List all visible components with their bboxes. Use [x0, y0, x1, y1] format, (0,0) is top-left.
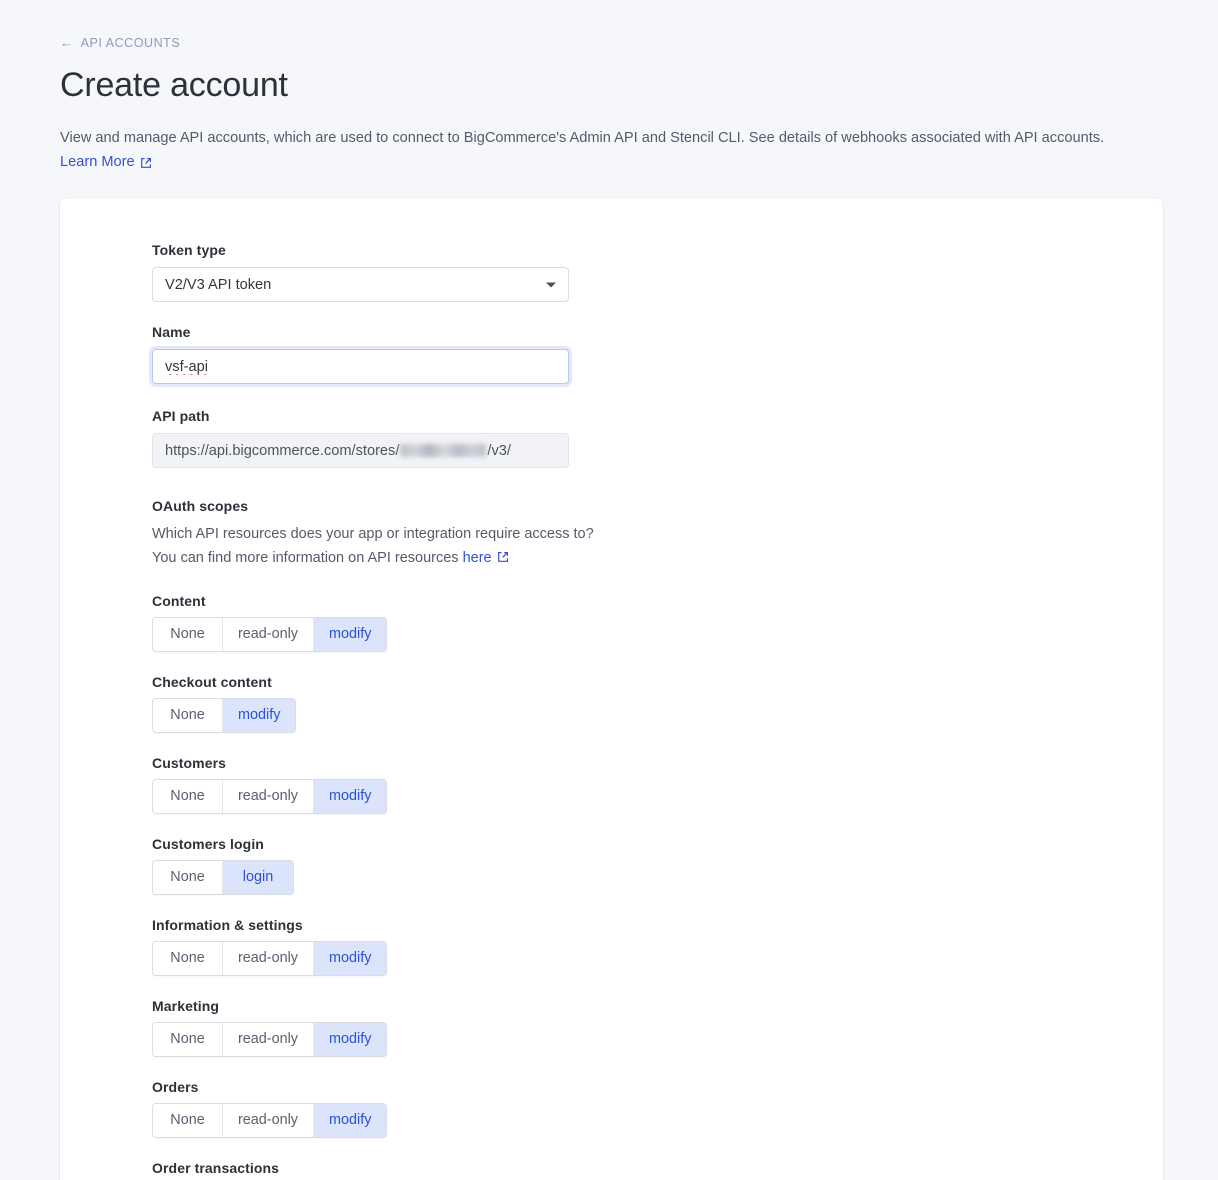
api-path-value: https://api.bigcommerce.com/stores/ /v3/ [152, 433, 569, 468]
scope-segmented-control: Nonelogin [152, 860, 294, 895]
external-link-icon [140, 157, 152, 169]
scope-option-none[interactable]: None [153, 942, 223, 975]
scope-option-read-only[interactable]: read-only [223, 1023, 314, 1056]
api-path-prefix: https://api.bigcommerce.com/stores/ [165, 443, 399, 459]
scope-group-order-transactions: Order transactionsNoneread-onlymodify [152, 1160, 1163, 1180]
scope-segmented-control: Noneread-onlymodify [152, 617, 387, 652]
api-path-label: API path [152, 408, 1163, 424]
api-resources-here-link[interactable]: here [463, 550, 492, 566]
scope-group-orders: Orders Noneread-onlymodify [152, 1079, 1163, 1138]
scope-group-customers: Customers Noneread-onlymodify [152, 755, 1163, 814]
external-link-icon-here [497, 548, 509, 560]
scope-option-login[interactable]: login [223, 861, 293, 894]
scope-group-content: Content Noneread-onlymodify [152, 593, 1163, 652]
oauth-scopes-question: Which API resources does your app or int… [152, 526, 594, 542]
scope-option-modify[interactable]: modify [314, 1104, 386, 1137]
scope-group-label: Marketing [152, 998, 1163, 1014]
scope-group-label: Customers login [152, 836, 1163, 852]
create-account-card: Token type V2/V3 API token Name API path… [60, 198, 1163, 1180]
oauth-scopes-title: OAuth scopes [152, 498, 1163, 514]
scope-option-modify[interactable]: modify [314, 1023, 386, 1056]
scope-groups-list: ContentNoneread-onlymodifyCheckout conte… [152, 593, 1163, 1180]
scope-group-checkout-content: Checkout content Nonemodify [152, 674, 1163, 733]
redacted-store-hash [400, 444, 486, 457]
scope-option-none[interactable]: None [153, 1104, 223, 1137]
scope-group-marketing: Marketing Noneread-onlymodify [152, 998, 1163, 1057]
name-label: Name [152, 324, 1163, 340]
scope-option-modify[interactable]: modify [223, 699, 295, 732]
api-path-field: API path https://api.bigcommerce.com/sto… [152, 408, 1163, 468]
back-arrow-icon: ← [60, 36, 74, 49]
scope-option-read-only[interactable]: read-only [223, 618, 314, 651]
scope-group-label: Content [152, 593, 1163, 609]
token-type-select-wrapper: V2/V3 API token [152, 267, 569, 302]
scope-group-label: Checkout content [152, 674, 1163, 690]
scope-option-none[interactable]: None [153, 1023, 223, 1056]
learn-more-link[interactable]: Learn More [60, 154, 152, 170]
oauth-scopes-info-prefix: You can find more information on API res… [152, 550, 463, 566]
scope-option-none[interactable]: None [153, 618, 223, 651]
scope-option-read-only[interactable]: read-only [223, 780, 314, 813]
token-type-value: V2/V3 API token [165, 277, 271, 293]
token-type-label: Token type [152, 242, 1163, 258]
breadcrumb-label: API ACCOUNTS [81, 36, 181, 50]
scope-option-none[interactable]: None [153, 699, 223, 732]
token-type-select[interactable]: V2/V3 API token [152, 267, 569, 302]
page-description: View and manage API accounts, which are … [60, 127, 1150, 150]
scope-segmented-control: Noneread-onlymodify [152, 941, 387, 976]
page-header: ← API ACCOUNTS Create account View and m… [0, 0, 1218, 171]
scope-segmented-control: Nonemodify [152, 698, 296, 733]
name-field: Name [152, 324, 1163, 384]
scope-group-label: Customers [152, 755, 1163, 771]
oauth-scopes-description: Which API resources does your app or int… [152, 523, 1163, 571]
learn-more-label: Learn More [60, 154, 135, 170]
scope-option-modify[interactable]: modify [314, 618, 386, 651]
scope-group-customers-login: Customers login Nonelogin [152, 836, 1163, 895]
scope-option-read-only[interactable]: read-only [223, 1104, 314, 1137]
scope-segmented-control: Noneread-onlymodify [152, 779, 387, 814]
scope-option-modify[interactable]: modify [314, 942, 386, 975]
api-path-suffix: /v3/ [487, 443, 511, 459]
page-title: Create account [60, 66, 1218, 105]
scope-group-label: Order transactions [152, 1160, 1163, 1176]
name-input[interactable] [152, 349, 569, 384]
oauth-scopes-section: OAuth scopes Which API resources does yo… [152, 498, 1163, 571]
scope-group-label: Information & settings [152, 917, 1163, 933]
scope-option-modify[interactable]: modify [314, 780, 386, 813]
scope-group-label: Orders [152, 1079, 1163, 1095]
scope-option-none[interactable]: None [153, 861, 223, 894]
scope-segmented-control: Noneread-onlymodify [152, 1022, 387, 1057]
breadcrumb-api-accounts[interactable]: ← API ACCOUNTS [60, 36, 180, 50]
scope-group-information-settings: Information & settings Noneread-onlymodif… [152, 917, 1163, 976]
token-type-field: Token type V2/V3 API token [152, 242, 1163, 302]
scope-option-none[interactable]: None [153, 780, 223, 813]
scope-option-read-only[interactable]: read-only [223, 942, 314, 975]
create-account-page: ← API ACCOUNTS Create account View and m… [0, 0, 1218, 1180]
scope-segmented-control: Noneread-onlymodify [152, 1103, 387, 1138]
